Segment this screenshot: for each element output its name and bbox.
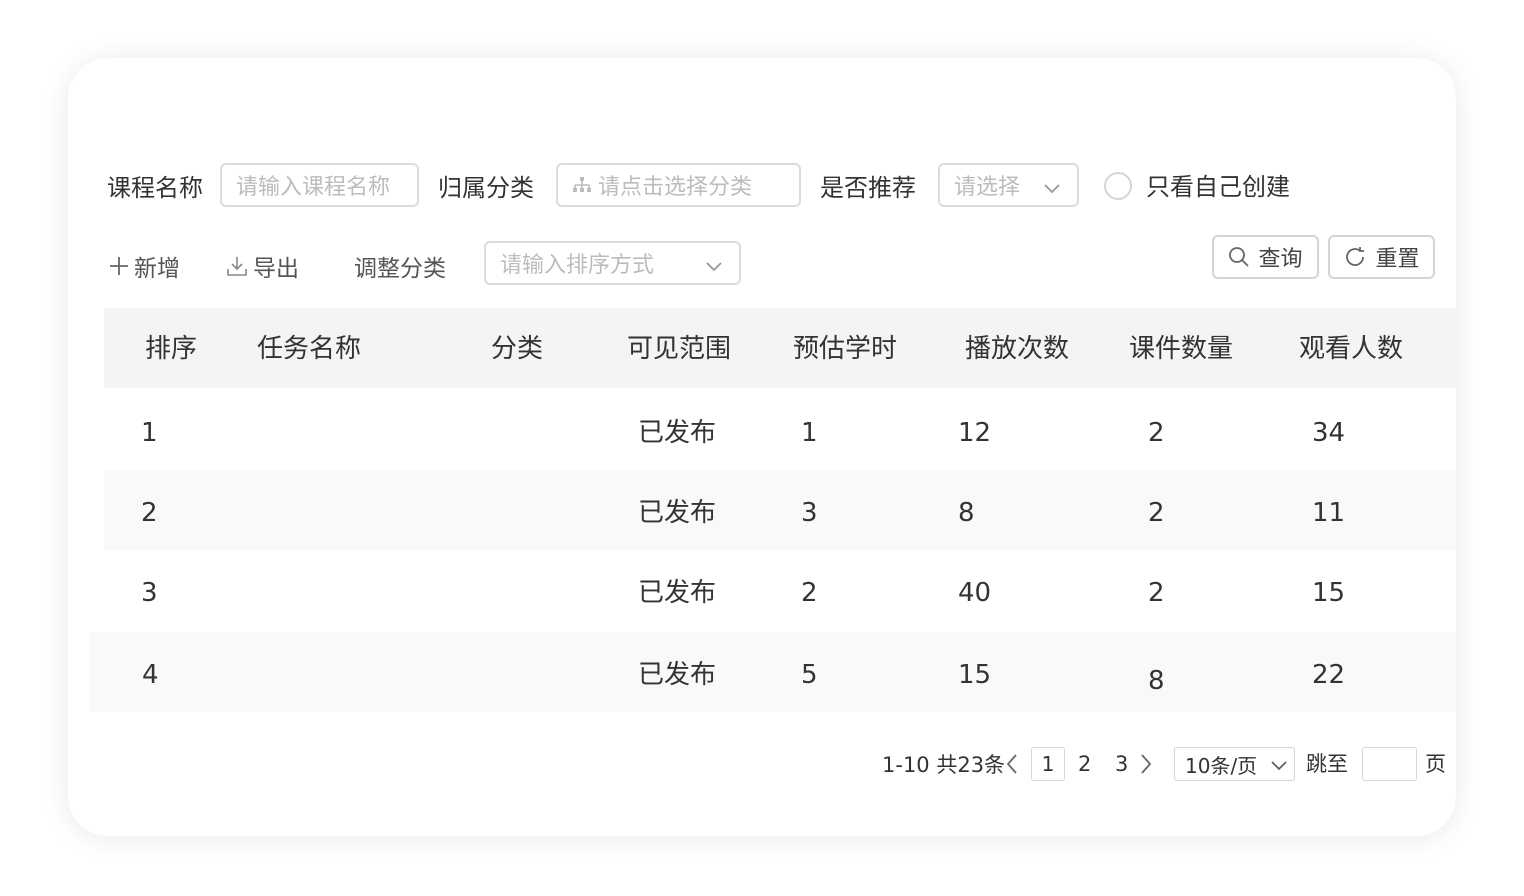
cell-order: 3	[141, 578, 158, 608]
add-button-label: 新增	[134, 256, 180, 282]
refresh-icon	[1343, 245, 1375, 269]
recommend-label: 是否推荐	[820, 174, 916, 202]
course-name-placeholder: 请输入课程名称	[236, 175, 391, 200]
sort-select[interactable]: 请输入排序方式	[484, 241, 741, 285]
page-3-button[interactable]: 3	[1115, 754, 1128, 775]
adjust-category-label: 调整分类	[354, 256, 446, 282]
own-only-label: 只看自己创建	[1146, 173, 1290, 201]
recommend-select[interactable]: 请选择	[938, 163, 1079, 207]
category-label: 归属分类	[438, 174, 534, 202]
page-size-select[interactable]: 10条/页	[1174, 747, 1295, 781]
cell-courseware: 2	[1148, 418, 1165, 448]
cell-plays: 15	[958, 660, 992, 690]
page-1-button[interactable]: 1	[1031, 747, 1065, 781]
pagination-summary: 1-10 共23条	[882, 753, 1006, 777]
reset-button-label: 重置	[1375, 247, 1420, 272]
prev-page-icon[interactable]	[1004, 752, 1020, 780]
cell-order: 2	[141, 498, 158, 528]
query-button[interactable]: 查询	[1212, 235, 1319, 279]
cell-visibility: 已发布	[638, 418, 717, 448]
sort-placeholder: 请输入排序方式	[500, 253, 655, 278]
cell-order: 4	[142, 660, 159, 690]
column-header-plays: 播放次数	[965, 334, 1070, 364]
course-name-label: 课程名称	[107, 174, 203, 202]
chevron-down-icon	[705, 256, 723, 274]
page-1-label: 1	[1041, 752, 1055, 776]
jump-page-input[interactable]	[1362, 747, 1417, 781]
add-button[interactable]: 新增	[108, 249, 180, 283]
cell-hours: 1	[801, 418, 818, 448]
adjust-category-button[interactable]: 调整分类	[354, 249, 446, 283]
column-header-visibility: 可见范围	[627, 334, 732, 364]
table-row[interactable]: 3 已发布 2 40 2 15	[104, 550, 1456, 630]
page-2-button[interactable]: 2	[1078, 754, 1091, 775]
cell-hours: 2	[801, 578, 818, 608]
cell-order: 1	[141, 418, 158, 448]
chevron-down-icon	[1270, 756, 1288, 774]
download-icon	[225, 254, 253, 278]
plus-icon	[108, 255, 134, 277]
column-header-courseware: 课件数量	[1129, 334, 1234, 364]
tree-icon	[572, 176, 592, 194]
page-unit-label: 页	[1425, 752, 1446, 776]
cell-courseware: 2	[1148, 498, 1165, 528]
column-header-order: 排序	[145, 334, 198, 364]
own-only-radio[interactable]	[1104, 172, 1132, 200]
cell-hours: 5	[801, 660, 818, 690]
table-row[interactable]: 2 已发布 3 8 2 11	[104, 470, 1456, 550]
table-row[interactable]: 4 已发布 5 15 8 22	[90, 632, 1456, 712]
cell-viewers: 11	[1312, 498, 1346, 528]
next-page-icon[interactable]	[1138, 752, 1154, 780]
cell-hours: 3	[801, 498, 818, 528]
column-header-viewers: 观看人数	[1299, 334, 1404, 364]
cell-plays: 40	[958, 578, 992, 608]
cell-courseware: 8	[1148, 666, 1165, 696]
cell-courseware: 2	[1148, 578, 1165, 608]
cell-plays: 12	[958, 418, 992, 448]
category-placeholder: 请点击选择分类	[598, 175, 753, 200]
query-button-label: 查询	[1258, 247, 1303, 272]
category-select[interactable]: 请点击选择分类	[556, 163, 801, 207]
course-name-input[interactable]: 请输入课程名称	[220, 163, 419, 207]
page-size-label: 10条/页	[1185, 753, 1258, 778]
cell-plays: 8	[958, 498, 975, 528]
export-button[interactable]: 导出	[225, 249, 299, 283]
column-header-category: 分类	[491, 334, 544, 364]
jump-label: 跳至	[1306, 752, 1348, 776]
cell-viewers: 22	[1312, 660, 1346, 690]
cell-visibility: 已发布	[638, 578, 717, 608]
column-header-hours: 预估学时	[793, 334, 898, 364]
recommend-placeholder: 请选择	[954, 175, 1021, 200]
export-button-label: 导出	[253, 256, 299, 282]
search-icon	[1228, 246, 1258, 268]
cell-visibility: 已发布	[638, 498, 717, 528]
table-row[interactable]: 1 已发布 1 12 2 34	[104, 390, 1456, 470]
reset-button[interactable]: 重置	[1328, 235, 1435, 279]
cell-viewers: 15	[1312, 578, 1346, 608]
chevron-down-icon	[1043, 178, 1061, 196]
cell-visibility: 已发布	[638, 660, 717, 690]
column-header-task-name: 任务名称	[257, 334, 362, 364]
cell-viewers: 34	[1312, 418, 1346, 448]
table-header: 排序 任务名称 分类 可见范围 预估学时 播放次数 课件数量 观看人数	[104, 308, 1456, 388]
